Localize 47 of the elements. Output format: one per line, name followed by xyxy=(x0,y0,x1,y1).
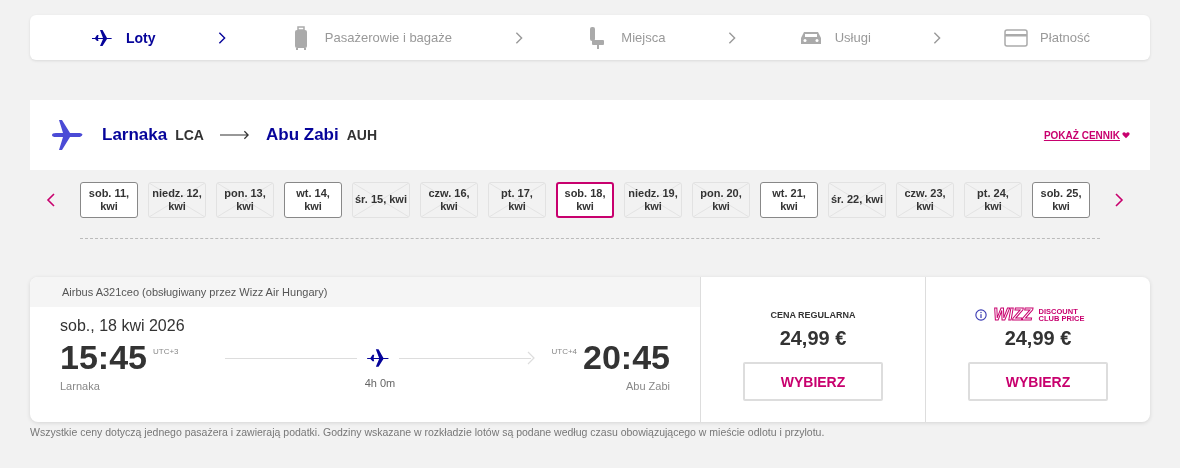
chevron-right-icon xyxy=(727,30,738,45)
step-tab[interactable]: Loty xyxy=(90,25,156,50)
date-tile[interactable]: pt. 24, kwi xyxy=(964,182,1022,218)
show-prices-link[interactable]: POKAŻ CENNIK xyxy=(1043,129,1130,141)
departure-time: 15:45 xyxy=(60,339,147,377)
date-tile[interactable]: śr. 15, kwi xyxy=(352,182,410,218)
chevron-right-icon xyxy=(217,30,228,45)
club-logo: WIZZ xyxy=(993,306,1033,324)
chevron-right-icon xyxy=(513,30,524,45)
date-tile[interactable]: czw. 23, kwi xyxy=(896,182,954,218)
heart-icon xyxy=(1122,131,1130,139)
date-tile[interactable]: śr. 22, kwi xyxy=(828,182,886,218)
fare-price: 24,99 € xyxy=(1004,327,1072,350)
timezone: UTC+4 xyxy=(551,347,578,356)
chevron-right-icon[interactable] xyxy=(1114,191,1124,209)
fare-title: CENA REGULARNA xyxy=(770,310,856,320)
date-tile[interactable]: czw. 16, kwi xyxy=(420,182,478,218)
date-tile[interactable]: sob. 11, kwi xyxy=(80,182,138,218)
arrow-head-icon xyxy=(527,351,536,365)
date-tile[interactable]: sob. 25, kwi xyxy=(1032,182,1090,218)
arrow-right-icon xyxy=(220,130,250,140)
date-tile[interactable]: sob. 18, kwi xyxy=(556,182,614,218)
select-button[interactable]: WYBIERZ xyxy=(743,362,883,401)
info-icon[interactable] xyxy=(975,309,988,321)
origin-city: Larnaka xyxy=(102,125,168,145)
flight-duration: 4h 0m xyxy=(364,377,396,389)
arrival-city: Abu Zabi xyxy=(625,380,670,393)
date-tile[interactable]: wt. 14, kwi xyxy=(284,182,342,218)
arrival-time: 20:45 xyxy=(583,339,670,377)
fare-price: 24,99 € xyxy=(779,327,847,350)
origin-code: LCA xyxy=(175,127,204,143)
date-tile[interactable]: pon. 20, kwi xyxy=(692,182,750,218)
date-tile[interactable]: pt. 17, kwi xyxy=(488,182,546,218)
chevron-left-icon[interactable] xyxy=(46,191,56,209)
date-tile[interactable]: wt. 21, kwi xyxy=(760,182,818,218)
aircraft-info: Airbus A321ceo (obsługiwany przez Wizz Air Hungary) xyxy=(30,277,700,307)
chevron-right-icon xyxy=(932,30,943,45)
date-tile[interactable]: niedz. 12, kwi xyxy=(148,182,206,218)
destination-code: AUH xyxy=(346,127,378,143)
destination-city: Abu Zabi xyxy=(266,125,339,145)
departure-city: Larnaka xyxy=(60,380,101,393)
footnote: Wszystkie ceny dotyczą jednego pasażera i zawierają podatki. Godziny wskazane w rozkładzie lotów są podane według czasu obowiązującego w mieście odlotu i przylotu. xyxy=(30,426,826,438)
select-button[interactable]: WYBIERZ xyxy=(968,362,1108,401)
date-tile[interactable]: pon. 13, kwi xyxy=(216,182,274,218)
flight-date: sob., 18 kwi 2026 xyxy=(60,317,186,335)
timezone: UTC+3 xyxy=(152,347,179,356)
date-tile[interactable]: niedz. 19, kwi xyxy=(624,182,682,218)
